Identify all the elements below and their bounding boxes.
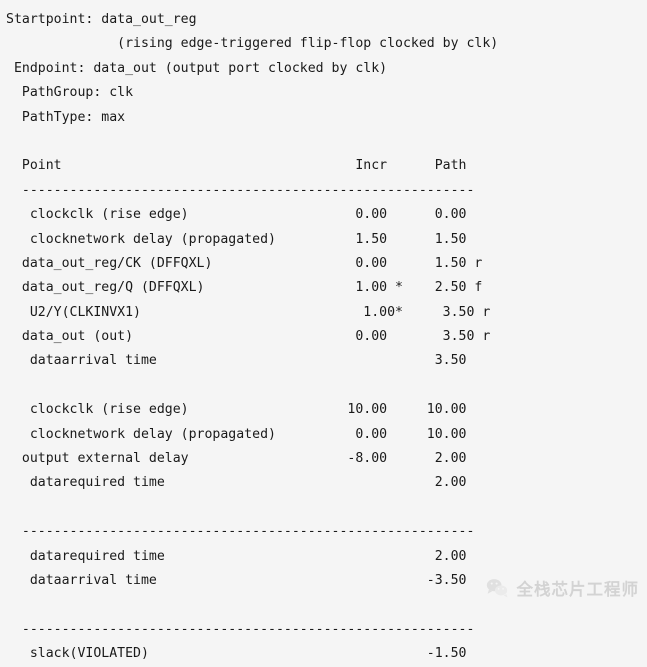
startpoint-detail-line: (rising edge-triggered flip-flop clocked… — [6, 36, 499, 52]
required-row: clocknetwork delay (propagated) 0.00 10.… — [6, 426, 467, 442]
required-row: clockclk (rise edge) 10.00 10.00 — [6, 402, 467, 418]
arrival-row: clockclk (rise edge) 0.00 0.00 — [6, 207, 467, 223]
timing-report-pane: Startpoint: data_out_reg (rising edge-tr… — [0, 0, 647, 661]
separator-top: ----------------------------------------… — [6, 182, 475, 198]
data-required-time-row: datarequired time 2.00 — [6, 475, 467, 491]
separator-bottom: ----------------------------------------… — [6, 621, 475, 637]
summary-required-row: datarequired time 2.00 — [6, 548, 467, 564]
path-group-line: PathGroup: clk — [6, 85, 134, 101]
spacer-line-2: . — [6, 374, 647, 398]
startpoint-line: Startpoint: data_out_reg — [6, 12, 197, 27]
slack-row: slack(VIOLATED) -1.50 — [6, 646, 467, 662]
spacer-line-1: . — [6, 130, 647, 154]
arrival-row: clocknetwork delay (propagated) 1.50 1.5… — [6, 231, 467, 247]
arrival-row: data_out_reg/Q (DFFQXL) 1.00 * 2.50 f — [6, 280, 483, 296]
summary-arrival-row: dataarrival time -3.50 — [6, 572, 467, 588]
spacer-line-4: . — [6, 593, 647, 617]
separator-middle: ----------------------------------------… — [6, 524, 475, 540]
arrival-row: data_out_reg/CK (DFFQXL) 0.00 1.50 r — [6, 255, 483, 271]
arrival-row: U2/Y(CLKINVX1) 1.00* 3.50 r — [6, 304, 491, 320]
arrival-row: data_out (out) 0.00 3.50 r — [6, 329, 491, 345]
path-type-line: PathType: max — [6, 109, 126, 125]
required-row: output external delay -8.00 2.00 — [6, 451, 467, 467]
endpoint-line: Endpoint: data_out (output port clocked … — [6, 60, 388, 76]
column-header-row: Point Incr Path — [6, 158, 467, 174]
data-arrival-time-row: dataarrival time 3.50 — [6, 353, 467, 369]
spacer-line-3: . — [6, 496, 647, 520]
